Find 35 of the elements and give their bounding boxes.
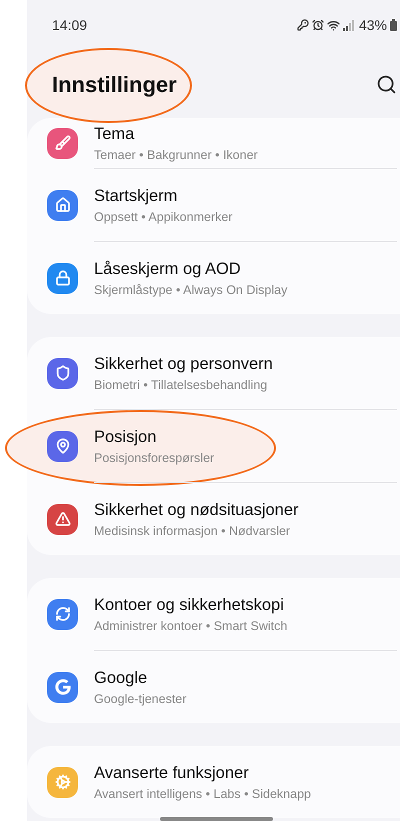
page-title: Innstillinger <box>52 70 177 99</box>
status-time: 14:09 <box>52 16 88 34</box>
settings-item[interactable]: Kontoer og sikkerhetskopi Administrer kontoer • Smart Switch <box>27 578 400 650</box>
item-subtitle: Oppsett • Appikonmerker <box>94 208 232 224</box>
item-subtitle: Posisjonsforespørsler <box>94 450 214 466</box>
item-subtitle: Administrer kontoer • Smart Switch <box>94 618 288 634</box>
item-title: Sikkerhet og nødsituasjoner <box>94 500 299 520</box>
item-title: Avanserte funksjoner <box>94 762 250 782</box>
item-subtitle: Avansert intelligens • Labs • Sideknapp <box>94 786 311 802</box>
settings-item[interactable]: Google Google-tjenester <box>27 651 400 723</box>
signal-icon <box>342 20 354 30</box>
item-title: Google <box>94 668 148 688</box>
settings-item[interactable]: Avanserte funksjoner Avansert intelligens • Labs • Sideknapp <box>27 746 400 818</box>
item-subtitle: Biometri • Tillatelsesbehandling <box>94 376 268 392</box>
item-title: Kontoer og sikkerhetskopi <box>94 594 285 614</box>
item-subtitle: Medisinsk informasjon • Nødvarsler <box>94 522 292 538</box>
item-subtitle: Skjermlåstype • Always On Display <box>94 282 288 298</box>
item-title: Sikkerhet og personvern <box>94 354 273 374</box>
settings-item[interactable]: Låseskjerm og AOD Skjermlåstype • Always On Display <box>27 242 400 314</box>
item-title: Låseskjerm og AOD <box>94 258 242 278</box>
item-title: Tema <box>94 124 136 144</box>
item-subtitle: Google-tjenester <box>94 690 186 706</box>
settings-item[interactable]: Sikkerhet og nødsituasjoner Medisinsk informasjon • Nødvarsler <box>27 483 400 555</box>
settings-item[interactable]: Tema Temaer • Bakgrunner • Ikoner <box>27 118 400 168</box>
settings-item[interactable]: Posisjon Posisjonsforespørsler <box>27 410 400 482</box>
item-title: Posisjon <box>94 426 158 446</box>
battery-icon <box>390 19 397 31</box>
key-icon <box>296 19 309 31</box>
battery-percent: 43% <box>358 16 387 34</box>
settings-item[interactable]: Startskjerm Oppsett • Appikonmerker <box>27 169 400 241</box>
alarm-icon <box>312 19 324 31</box>
item-title: Startskjerm <box>94 186 178 206</box>
wifi-icon <box>326 18 340 32</box>
item-subtitle: Temaer • Bakgrunner • Ikoner <box>94 146 258 162</box>
settings-item[interactable]: Sikkerhet og personvern Biometri • Tillatelsesbehandling <box>27 337 400 409</box>
